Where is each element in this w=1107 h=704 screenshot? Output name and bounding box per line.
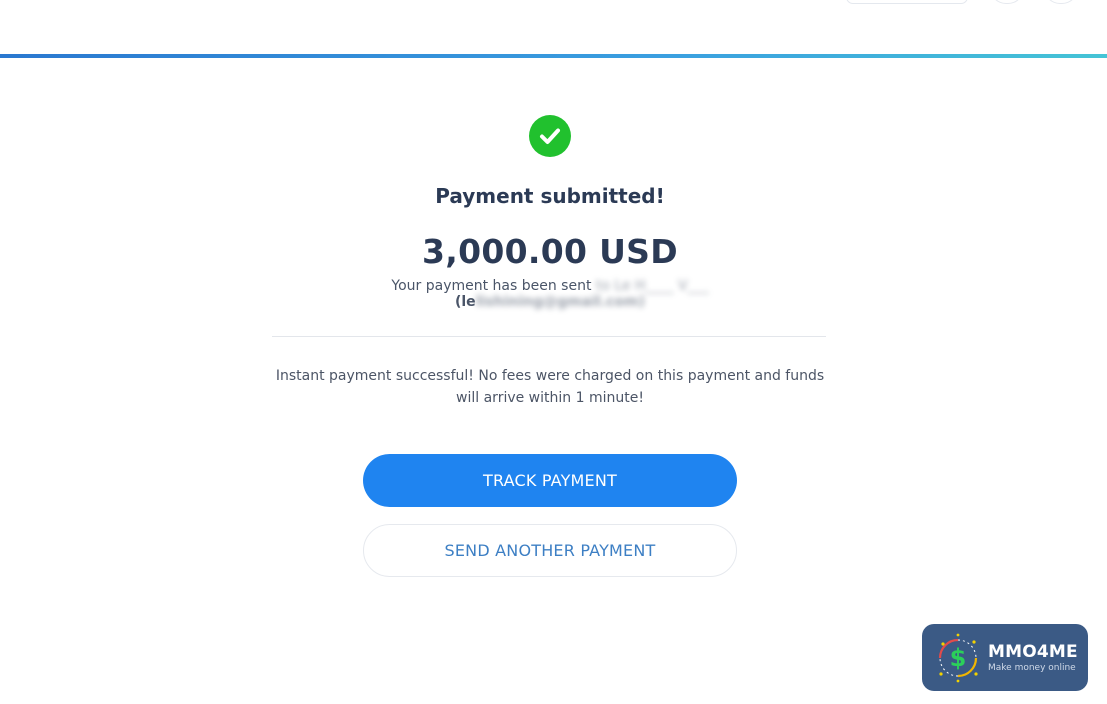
track-payment-button[interactable]: TRACK PAYMENT [363, 454, 737, 507]
recipient-email-redacted: lishining@gmail.com) [475, 294, 646, 310]
recipient-email-open: (le [454, 294, 476, 310]
sent-to-text: Your payment has been sent to Le H____ V… [0, 278, 1100, 294]
header-accent-line [0, 54, 1107, 58]
svg-text:$: $ [950, 644, 967, 672]
mmo4me-watermark-logo: $ MMO4ME Make money online [922, 624, 1088, 691]
header-circle-button[interactable] [990, 0, 1024, 4]
recipient-email: (lelishining@gmail.com) [0, 294, 1100, 310]
payment-amount: 3,000.00 USD [422, 232, 678, 271]
page-title: Payment submitted! [435, 184, 665, 208]
recipient-name-redacted: to Le H____ V___ [595, 278, 709, 294]
send-another-payment-button[interactable]: SEND ANOTHER PAYMENT [363, 524, 737, 577]
divider [272, 336, 826, 337]
header-pill-button[interactable] [846, 0, 968, 4]
logo-text: MMO4ME Make money online [988, 642, 1078, 673]
top-header [0, 0, 1107, 54]
check-circle-icon [529, 115, 571, 157]
info-message: Instant payment successful! No fees were… [275, 368, 825, 406]
logo-tagline: Make money online [988, 663, 1076, 673]
sent-prefix: Your payment has been sent [391, 278, 592, 294]
logo-name: MMO4ME [988, 642, 1078, 662]
header-avatar-button[interactable] [1044, 0, 1078, 4]
dollar-sign-icon: $ [930, 630, 986, 686]
